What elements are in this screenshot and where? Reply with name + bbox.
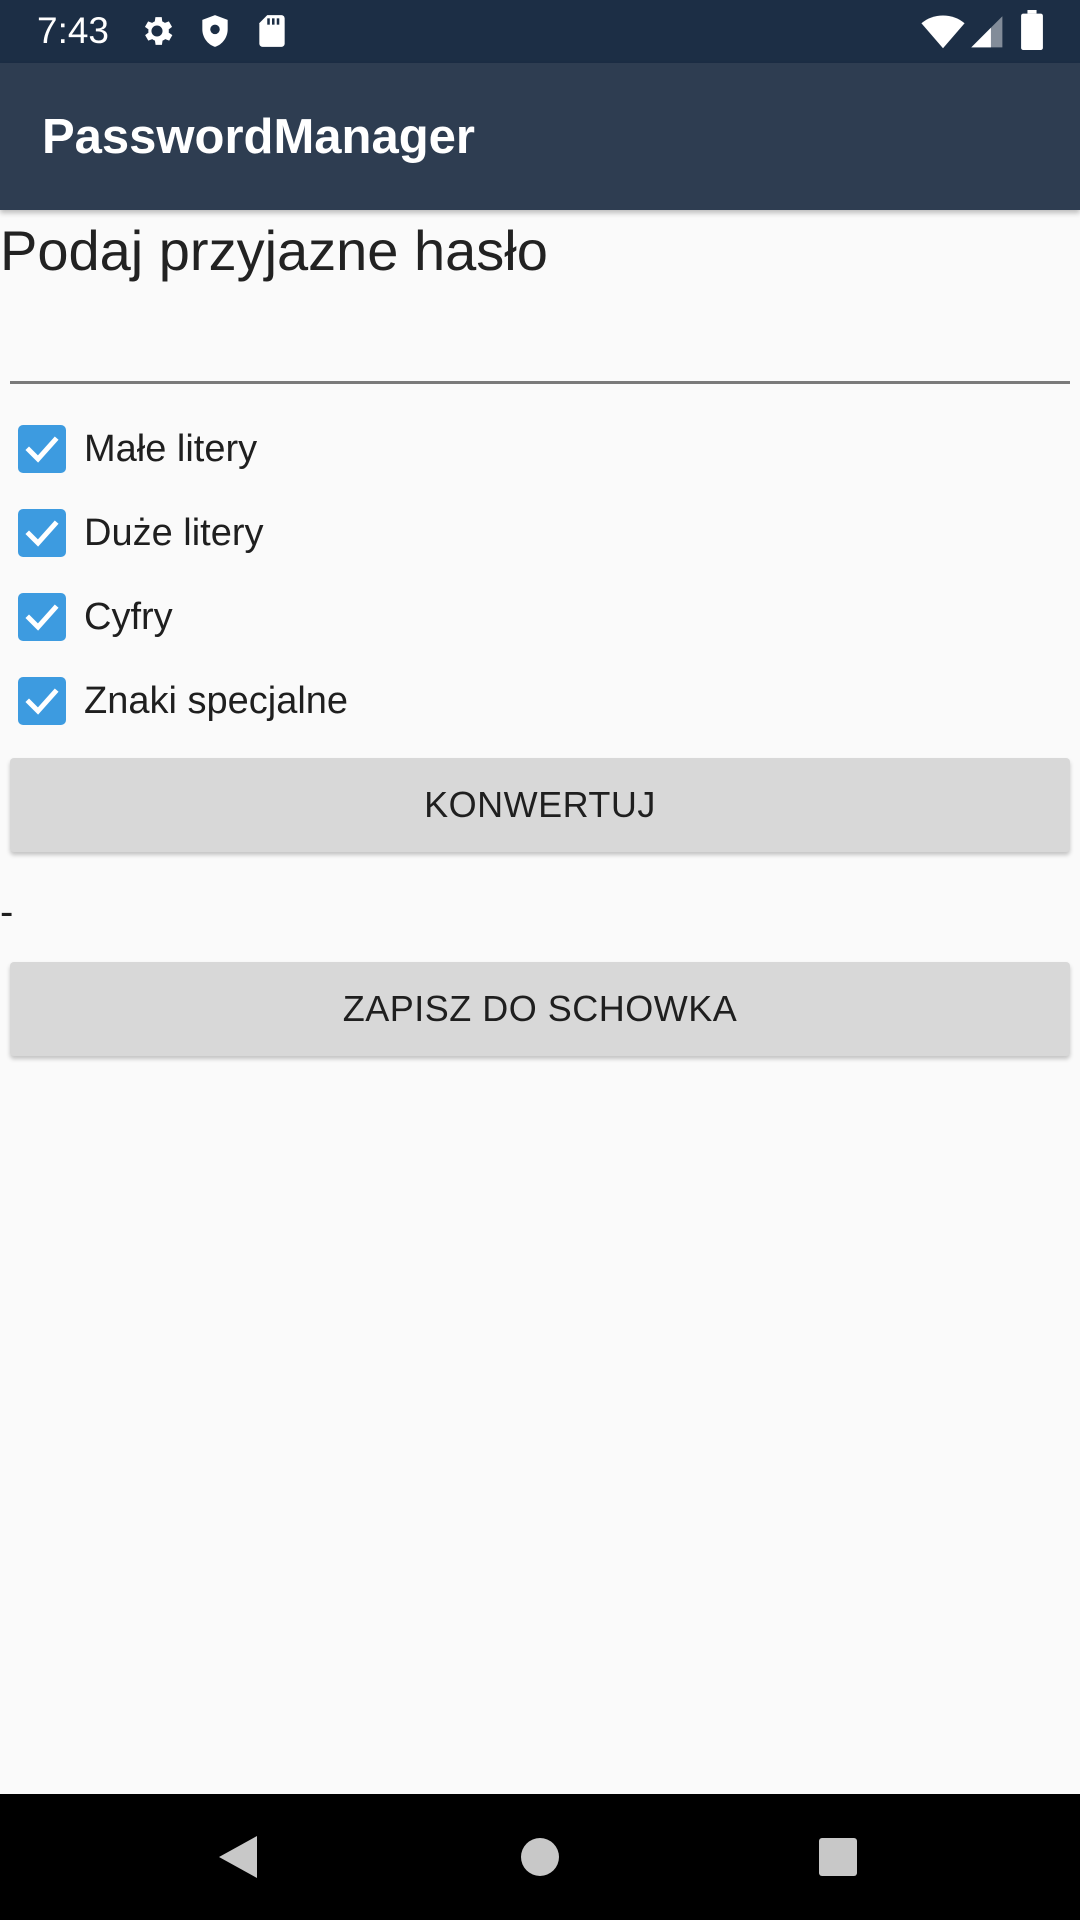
status-bar: 7:43 <box>0 0 1080 63</box>
digits-checkbox[interactable] <box>18 593 66 641</box>
nav-home-button[interactable] <box>460 1794 620 1920</box>
app-bar: PasswordManager <box>0 63 1080 210</box>
signal-icon <box>971 16 1003 48</box>
status-time: 7:43 <box>37 10 110 51</box>
digits-option[interactable]: Cyfry <box>18 587 618 647</box>
checkmark-icon <box>25 688 59 715</box>
special-chars-option[interactable]: Znaki specjalne <box>18 671 618 731</box>
lowercase-option[interactable]: Małe litery <box>18 419 618 479</box>
checkmark-icon <box>25 604 59 631</box>
uppercase-checkbox[interactable] <box>18 509 66 557</box>
sd-card-icon <box>259 15 285 47</box>
uppercase-option[interactable]: Duże litery <box>18 503 618 563</box>
lowercase-checkbox[interactable] <box>18 425 66 473</box>
special-chars-checkbox[interactable] <box>18 677 66 725</box>
lowercase-label: Małe litery <box>84 428 258 470</box>
checkmark-icon <box>25 436 59 463</box>
wifi-icon <box>921 15 965 49</box>
recents-icon <box>819 1838 857 1876</box>
app-title: PasswordManager <box>42 110 475 164</box>
password-input[interactable] <box>10 300 1070 384</box>
digits-label: Cyfry <box>84 596 173 638</box>
shield-icon <box>202 15 228 47</box>
gear-icon <box>144 17 173 45</box>
checkmark-icon <box>25 520 59 547</box>
result-text: - <box>0 890 14 934</box>
convert-button[interactable]: KONWERTUJ <box>10 758 1070 852</box>
password-prompt-label: Podaj przyjazne hasło <box>0 219 548 282</box>
uppercase-label: Duże litery <box>84 512 264 554</box>
copy-to-clipboard-button[interactable]: ZAPISZ DO SCHOWKA <box>10 962 1070 1056</box>
battery-icon <box>1021 10 1043 50</box>
screen: 7:43 PasswordManager Podaj przyjazne has… <box>0 0 1080 1920</box>
nav-back-button[interactable] <box>158 1794 318 1920</box>
home-icon <box>521 1838 559 1876</box>
special-chars-label: Znaki specjalne <box>84 680 349 722</box>
back-icon <box>219 1836 257 1878</box>
navigation-bar <box>0 1794 1080 1920</box>
nav-recents-button[interactable] <box>758 1794 918 1920</box>
